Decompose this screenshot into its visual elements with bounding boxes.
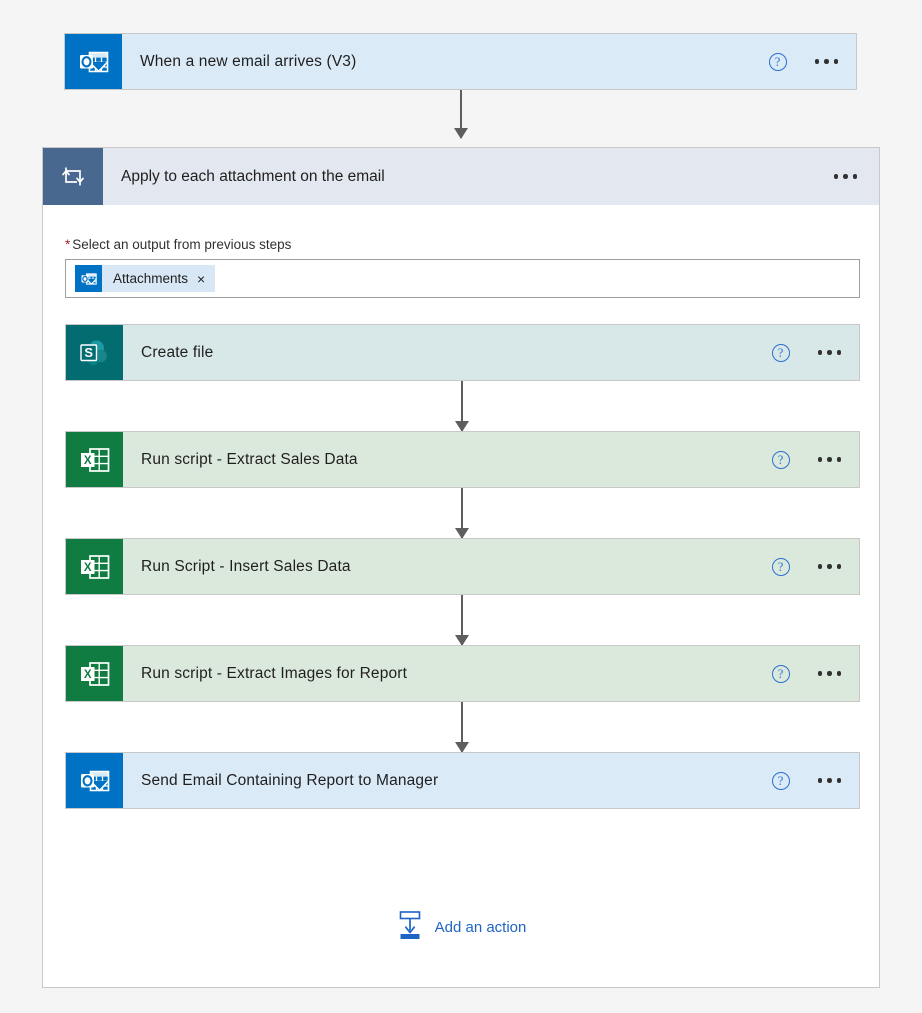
svg-text:X: X	[83, 669, 91, 681]
trigger-card[interactable]: When a new email arrives (V3) ?	[64, 33, 857, 90]
outlook-icon	[66, 753, 123, 808]
excel-icon: X	[66, 432, 123, 487]
action-card-send-email-containing-report-to-manager[interactable]: Send Email Containing Report to Manager …	[65, 752, 860, 809]
action-card-actions: ?	[771, 646, 860, 701]
overflow-menu-icon[interactable]	[833, 174, 857, 179]
add-an-action-button[interactable]: Add an action	[43, 910, 879, 945]
overflow-menu-icon[interactable]	[817, 350, 841, 355]
help-icon[interactable]: ?	[771, 557, 790, 576]
action-title: Create file	[141, 343, 214, 361]
loop-icon	[43, 148, 103, 205]
action-title: Run script - Extract Images for Report	[141, 664, 408, 682]
overflow-menu-icon[interactable]	[814, 59, 838, 64]
apply-to-each-header[interactable]: Apply to each attachment on the email	[43, 148, 879, 205]
svg-text:X: X	[83, 562, 91, 574]
connector-arrow	[461, 381, 463, 431]
apply-to-each-container: Apply to each attachment on the email * S…	[42, 147, 880, 988]
trigger-title: When a new email arrives (V3)	[140, 52, 357, 70]
action-card-actions: ?	[771, 539, 860, 594]
required-marker: *	[65, 237, 71, 252]
sharepoint-icon: S	[66, 325, 123, 380]
help-icon[interactable]: ?	[771, 771, 790, 790]
insert-action-icon	[396, 910, 424, 945]
action-card-create-file[interactable]: S Create file ?	[65, 324, 860, 381]
output-field-input[interactable]: Attachments ×	[65, 259, 860, 298]
action-title: Run script - Extract Sales Data	[141, 450, 358, 468]
flow-designer-canvas: When a new email arrives (V3) ? Apply to…	[0, 0, 922, 1013]
action-card-actions: ?	[771, 432, 860, 487]
connector-arrow	[461, 702, 463, 752]
output-field-label-text: Select an output from previous steps	[72, 237, 292, 252]
action-card-actions: ?	[771, 753, 860, 808]
help-icon[interactable]: ?	[771, 450, 790, 469]
action-card-actions: ?	[771, 325, 860, 380]
connector-arrow	[461, 595, 463, 645]
svg-text:S: S	[84, 345, 93, 360]
connector-arrow-trigger-to-scope	[460, 90, 462, 138]
svg-text:X: X	[83, 455, 91, 467]
output-field-label: * Select an output from previous steps	[65, 237, 879, 252]
action-card-run-script-extract-sales-data[interactable]: X Run script - Extract Sales Data ?	[65, 431, 860, 488]
outlook-icon	[65, 34, 122, 89]
trigger-card-wrapper: When a new email arrives (V3) ?	[64, 33, 857, 90]
connector-arrow	[461, 488, 463, 538]
help-icon[interactable]: ?	[771, 664, 790, 683]
attachments-token[interactable]: Attachments ×	[75, 265, 216, 292]
add-an-action-label: Add an action	[434, 919, 527, 936]
excel-icon: X	[66, 646, 123, 701]
action-title: Send Email Containing Report to Manager	[141, 771, 439, 789]
overflow-menu-icon[interactable]	[817, 564, 841, 569]
overflow-menu-icon[interactable]	[817, 778, 841, 783]
action-card-run-script-insert-sales-data[interactable]: X Run Script - Insert Sales Data ?	[65, 538, 860, 595]
apply-to-each-actions	[833, 148, 880, 205]
apply-to-each-body: * Select an output from previous steps A…	[43, 237, 879, 809]
outlook-icon	[75, 265, 102, 292]
close-icon[interactable]: ×	[197, 272, 205, 286]
attachments-token-label: Attachments	[113, 271, 189, 286]
action-title: Run Script - Insert Sales Data	[141, 557, 351, 575]
trigger-card-actions: ?	[768, 34, 857, 89]
action-card-run-script-extract-images-for-report[interactable]: X Run script - Extract Images for Report…	[65, 645, 860, 702]
excel-icon: X	[66, 539, 123, 594]
help-icon[interactable]: ?	[771, 343, 790, 362]
help-icon[interactable]: ?	[768, 52, 787, 71]
overflow-menu-icon[interactable]	[817, 671, 841, 676]
overflow-menu-icon[interactable]	[817, 457, 841, 462]
apply-to-each-title: Apply to each attachment on the email	[121, 167, 385, 185]
inner-action-list: S Create file ? X Run script - Extract S…	[43, 324, 879, 809]
